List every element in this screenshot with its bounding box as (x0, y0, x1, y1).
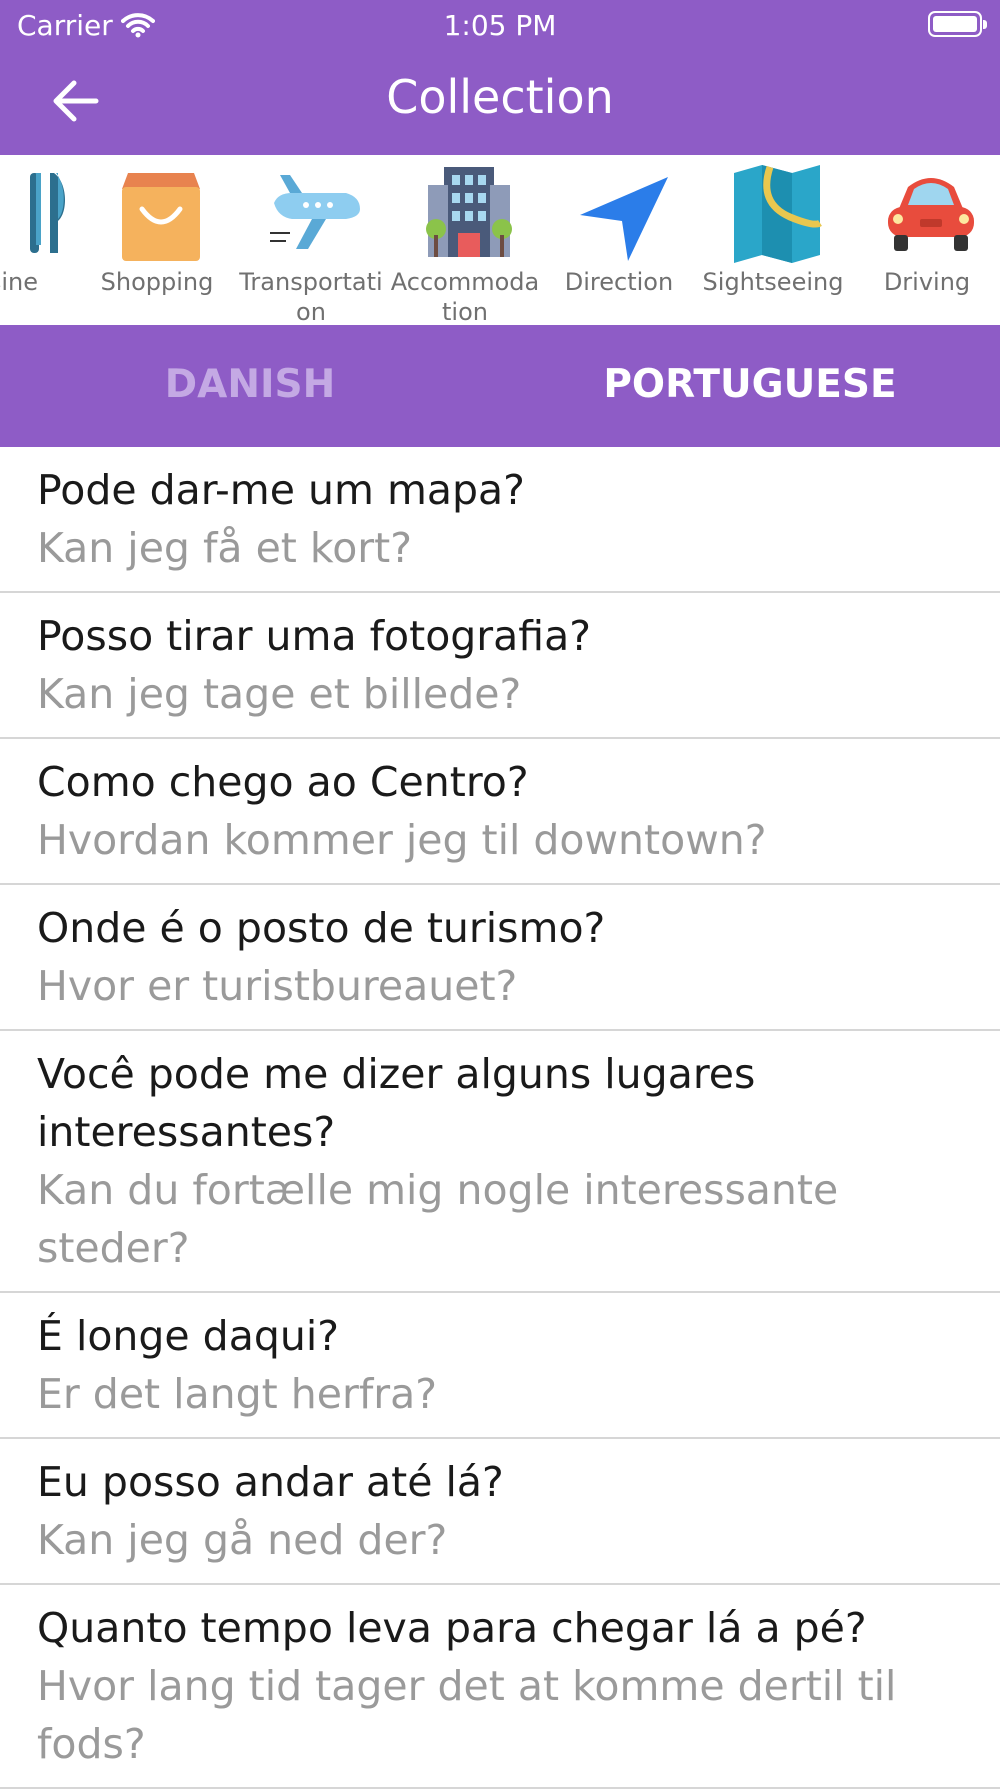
page-title: Collection (386, 70, 614, 124)
clock: 1:05 PM (443, 9, 557, 42)
phrase-danish: Kan du fortælle mig nogle interessante s… (37, 1166, 839, 1272)
list-item[interactable]: Onde é o posto de turismo? Hvor er turis… (0, 885, 1000, 1031)
list-item[interactable]: Pode dar-me um mapa? Kan jeg få et kort? (0, 447, 1000, 593)
phrase-portuguese: Onde é o posto de turismo? (37, 904, 606, 952)
category-strip[interactable]: sine Shopping Transportation (0, 155, 1000, 325)
category-label: Accommodation (390, 268, 540, 325)
shopping-bag-icon (122, 173, 200, 261)
list-item[interactable]: Posso tirar uma fotografia? Kan jeg tage… (0, 593, 1000, 739)
category-label: Driving (883, 268, 971, 296)
list-item[interactable]: Quanto tempo leva para chegar lá a pé? H… (0, 1585, 1000, 1789)
list-item[interactable]: Como chego ao Centro? Hvordan kommer jeg… (0, 739, 1000, 885)
phrase-portuguese: Como chego ao Centro? (37, 758, 529, 806)
hotel-icon (426, 167, 512, 257)
map-icon (734, 165, 822, 263)
phrase-portuguese: É longe daqui? (37, 1312, 339, 1360)
battery-icon (928, 11, 987, 37)
status-bar: Carrier 1:05 PM (0, 0, 1000, 50)
airplane-icon (270, 175, 360, 249)
navigation-arrow-icon (580, 177, 668, 261)
category-label: Transportation (239, 268, 383, 325)
phrase-danish: Hvor er turistbureauet? (37, 962, 518, 1010)
category-sightseeing[interactable]: Sightseeing (698, 155, 848, 325)
tab-danish[interactable]: DANISH (0, 325, 500, 447)
phrase-portuguese: Eu posso andar até lá? (37, 1458, 504, 1506)
phrase-danish: Hvordan kommer jeg til downtown? (37, 816, 767, 864)
category-accommodation[interactable]: Accommodation (390, 155, 540, 325)
category-driving[interactable]: Driving (852, 155, 1000, 325)
category-direction[interactable]: Direction (544, 155, 694, 325)
phrase-portuguese: Quanto tempo leva para chegar lá a pé? (37, 1604, 867, 1652)
list-item[interactable]: Você pode me dizer alguns lugares intere… (0, 1031, 1000, 1293)
language-tab-bar: DANISH PORTUGUESE (0, 325, 1000, 447)
list-item[interactable]: Eu posso andar até lá? Kan jeg gå ned de… (0, 1439, 1000, 1585)
car-icon (888, 178, 974, 251)
category-transportation[interactable]: Transportation (236, 155, 386, 325)
phrase-danish: Hvor lang tid tager det at komme dertil … (37, 1662, 897, 1768)
phrase-portuguese: Pode dar-me um mapa? (37, 466, 525, 514)
phrase-danish: Kan jeg tage et billede? (37, 670, 522, 718)
tab-portuguese[interactable]: PORTUGUESE (500, 325, 1000, 447)
cutlery-icon (30, 173, 66, 253)
category-label: Direction (564, 268, 674, 296)
category-label: Shopping (100, 268, 214, 296)
phrase-portuguese: Você pode me dizer alguns lugares intere… (37, 1050, 756, 1156)
list-item[interactable]: É longe daqui? Er det langt herfra? (0, 1293, 1000, 1439)
category-label: Sightseeing (702, 268, 844, 296)
phrase-portuguese: Posso tirar uma fotografia? (37, 612, 592, 660)
phrase-danish: Kan jeg få et kort? (37, 524, 412, 572)
phrase-danish: Er det langt herfra? (37, 1370, 438, 1418)
phrase-danish: Kan jeg gå ned der? (37, 1516, 448, 1564)
phrase-list: Pode dar-me um mapa? Kan jeg få et kort?… (0, 447, 1000, 1789)
category-shopping[interactable]: Shopping (82, 155, 232, 325)
navigation-bar: Collection (0, 50, 1000, 155)
